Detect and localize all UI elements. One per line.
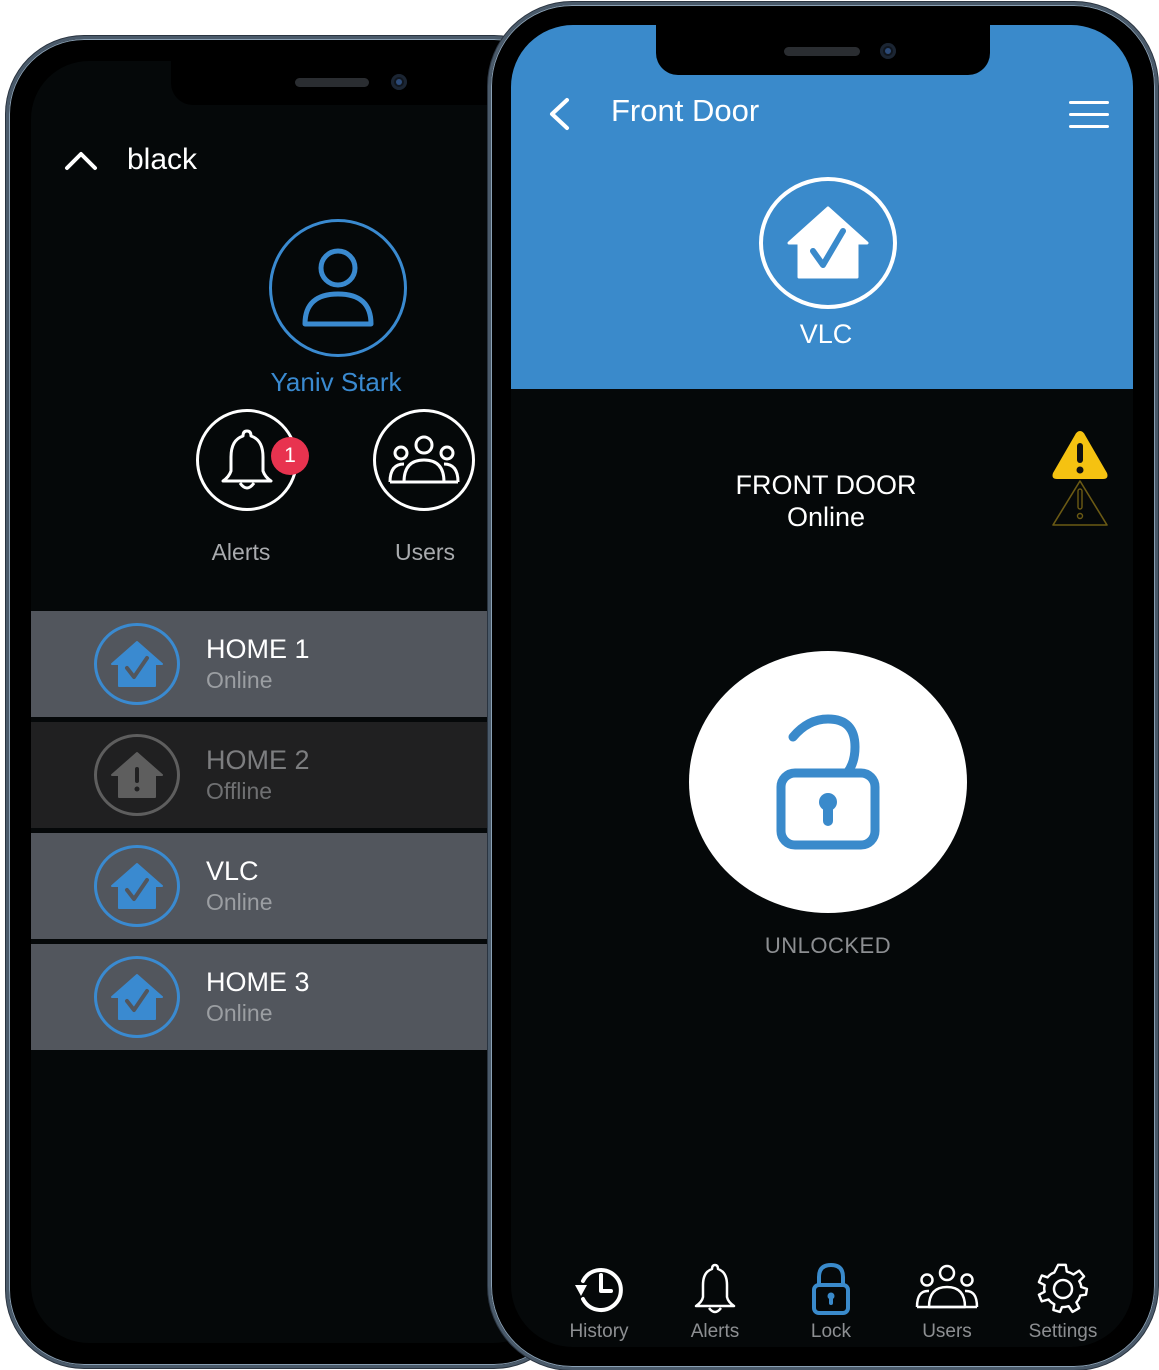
home-list: HOME 1 Online HOME 2 Offline VLC Online … [31, 611, 493, 1055]
home-name: HOME 1 [206, 634, 310, 664]
tab-settings[interactable]: Settings [1005, 1263, 1121, 1343]
home-list-item[interactable]: HOME 3 Online [31, 944, 493, 1050]
home-check-icon [111, 974, 163, 1020]
tab-label: Lock [810, 1321, 852, 1342]
home-text: HOME 2 Offline [206, 744, 310, 806]
warning-triangle-icon[interactable] [1049, 427, 1111, 531]
camera [391, 74, 407, 90]
door-name: FRONT DOOR [735, 470, 917, 500]
home-status: Online [206, 889, 273, 915]
users-icon [915, 1264, 979, 1309]
tab-label: Settings [1028, 1321, 1098, 1342]
device-location-name: VLC [799, 319, 853, 349]
alerts-badge: 1 [271, 437, 309, 475]
user-name: Yaniv Stark [270, 367, 402, 397]
device-header-panel: Front Door VLC [511, 25, 1133, 389]
device-status-badge [759, 177, 897, 309]
chevron-up-icon[interactable] [63, 148, 99, 172]
door-status: Online [786, 502, 866, 532]
home-name: HOME 2 [206, 745, 310, 775]
home-check-icon [111, 863, 163, 909]
home-text: HOME 3 Online [206, 966, 310, 1028]
avatar[interactable] [269, 219, 407, 357]
tab-label: Alerts [690, 1321, 740, 1342]
lock-state-label: UNLOCKED [764, 933, 892, 958]
hamburger-menu-icon[interactable] [1069, 101, 1109, 129]
lock-icon [812, 1263, 850, 1315]
home-check-icon [111, 641, 163, 687]
home-alert-icon [111, 752, 163, 798]
tab-label: History [569, 1321, 629, 1342]
page-title: Front Door [611, 93, 760, 128]
home-status: Offline [206, 778, 273, 804]
history-icon [575, 1268, 623, 1312]
home-text: VLC Online [206, 855, 272, 917]
home-check-icon [787, 206, 869, 279]
chevron-left-icon[interactable] [547, 97, 571, 131]
user-icon [302, 248, 374, 327]
home-name: VLC [206, 856, 259, 886]
home-status-badge [94, 956, 180, 1038]
tab-users[interactable]: Users [889, 1263, 1005, 1343]
home-status-badge [94, 623, 180, 705]
right-screen: Front Door VLC FRONT DOOR Online UNLOCKE… [511, 25, 1133, 1347]
account-title: black [127, 143, 198, 176]
alerts-label: Alerts [211, 539, 271, 565]
users-icon [388, 435, 460, 484]
speaker [784, 47, 860, 56]
right-phone: Front Door VLC FRONT DOOR Online UNLOCKE… [488, 2, 1158, 1370]
gear-icon [1037, 1263, 1089, 1314]
door-info: FRONT DOOR Online [661, 469, 991, 533]
lock-open-icon [776, 714, 880, 850]
tab-alerts[interactable]: Alerts [657, 1263, 773, 1343]
bottom-tab-bar: History Alerts Lock Users Settings [541, 1263, 1121, 1343]
home-status-badge [94, 734, 180, 816]
home-name: HOME 3 [206, 967, 310, 997]
home-status: Online [206, 1000, 273, 1026]
home-text: HOME 1 Online [206, 633, 310, 695]
tab-label: Users [922, 1321, 972, 1342]
tab-history[interactable]: History [541, 1263, 657, 1343]
users-button[interactable] [373, 409, 475, 511]
bell-icon [694, 1263, 736, 1314]
left-header: black [63, 143, 197, 177]
users-label: Users [394, 539, 456, 565]
speaker [295, 78, 369, 87]
notch [656, 25, 990, 75]
tab-lock[interactable]: Lock [773, 1263, 889, 1343]
home-status: Online [206, 667, 273, 693]
left-screen: black Yaniv Stark 1 Alerts Users HOME 1 … [31, 61, 551, 1343]
home-list-item[interactable]: HOME 1 Online [31, 611, 493, 717]
home-list-item[interactable]: VLC Online [31, 833, 493, 939]
camera [880, 43, 896, 59]
home-status-badge [94, 845, 180, 927]
home-list-item[interactable]: HOME 2 Offline [31, 722, 493, 828]
lock-toggle-button[interactable] [689, 651, 967, 913]
bell-icon [221, 429, 273, 490]
